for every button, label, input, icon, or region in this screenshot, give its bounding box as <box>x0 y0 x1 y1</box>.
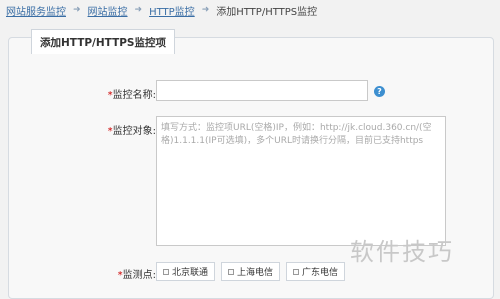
breadcrumb-link-website-monitoring[interactable]: 网站监控 <box>88 3 128 18</box>
breadcrumb-arrow-icon: ➜ <box>73 5 81 15</box>
breadcrumb-link-http-monitoring[interactable]: HTTP监控 <box>149 3 195 18</box>
breadcrumb-arrow-icon: ➜ <box>134 5 143 15</box>
node-chip-shanghai-telecom[interactable]: 上海电信 <box>221 262 281 281</box>
node-chip-beijing-unicom[interactable]: 北京联通 <box>156 262 216 281</box>
help-icon[interactable]: ? <box>374 86 385 97</box>
monitor-target-label: *监控对象: <box>107 126 156 137</box>
checkbox-icon[interactable] <box>163 268 169 275</box>
monitor-name-input[interactable] <box>156 80 368 101</box>
breadcrumb: 网站服务监控 ➜ 网站监控 ➜ HTTP监控 ➜ 添加HTTP/HTTPS监控 <box>6 3 318 18</box>
monitor-target-textarea[interactable]: 填写方式：监控项URL(空格)IP，例如：http://jk.cloud.360… <box>156 116 446 246</box>
monitor-name-label: *监控名称: <box>107 90 156 101</box>
panel-title: 添加HTTP/HTTPS监控项 <box>31 29 175 54</box>
monitor-nodes-label: *监测点: <box>117 270 156 281</box>
checkbox-icon[interactable] <box>228 268 235 275</box>
breadcrumb-current: 添加HTTP/HTTPS监控 <box>216 6 318 18</box>
checkbox-icon[interactable] <box>293 268 300 275</box>
watermark: 软件技巧 <box>350 238 454 266</box>
breadcrumb-arrow-icon: ➜ <box>201 5 210 15</box>
node-list: 北京联通 上海电信 广东电信 <box>156 262 346 281</box>
node-chip-guangdong-telecom[interactable]: 广东电信 <box>286 262 346 281</box>
breadcrumb-link-site-monitoring[interactable]: 网站服务监控 <box>6 3 66 18</box>
